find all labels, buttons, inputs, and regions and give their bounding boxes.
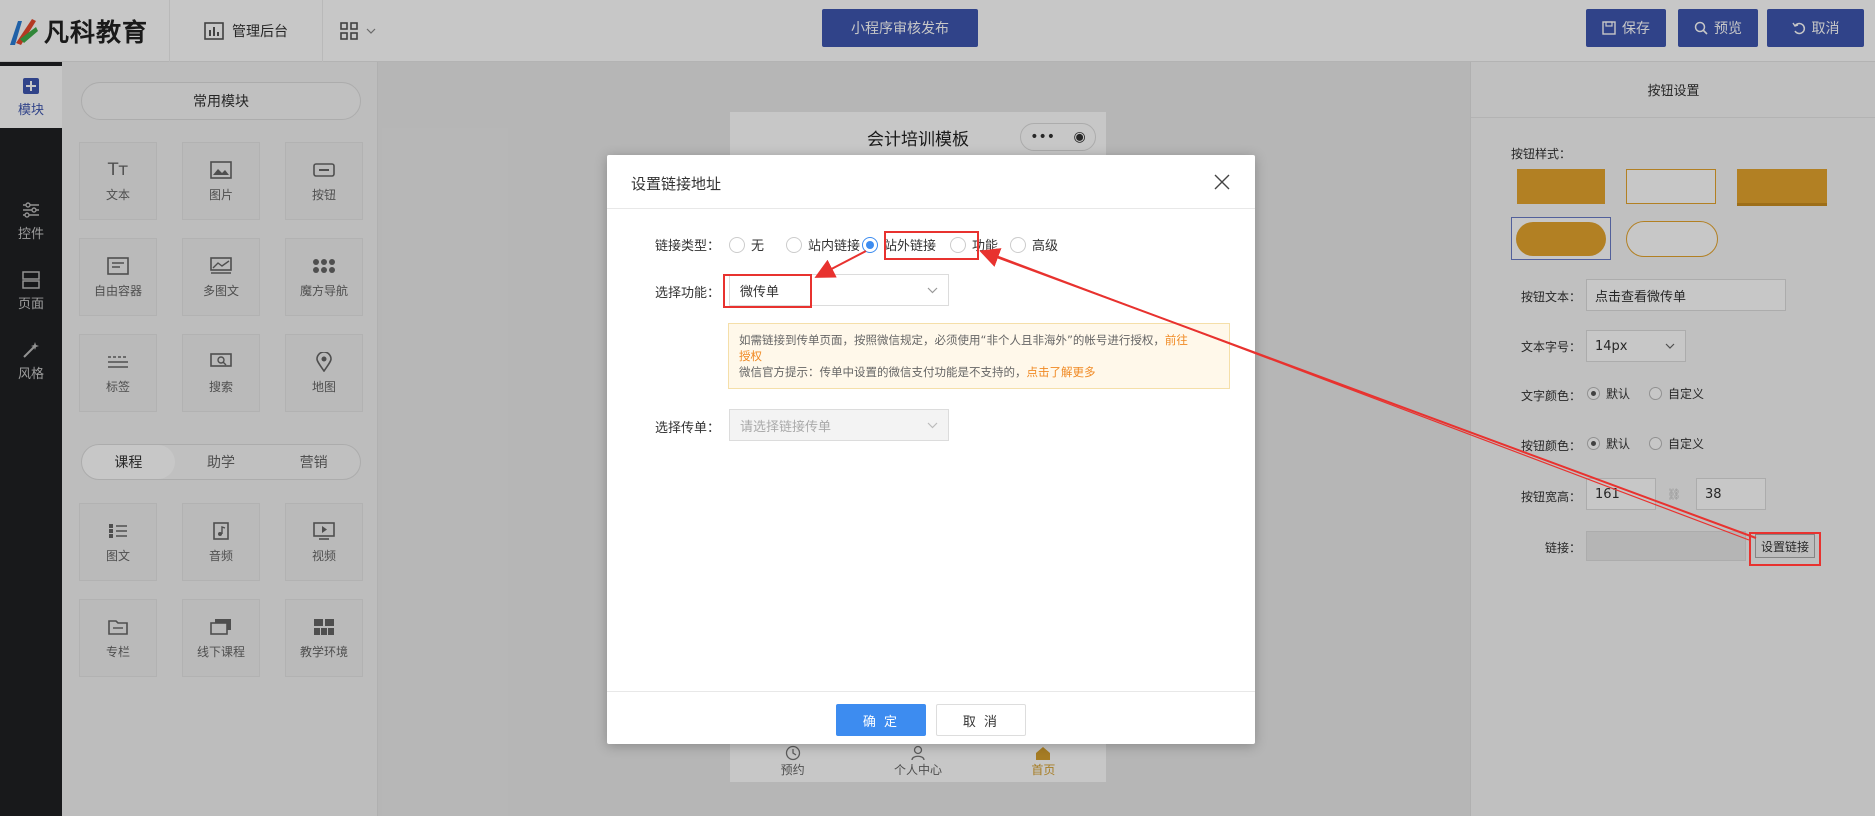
- annotation-arrow-to-function: [814, 250, 867, 278]
- annotation-arrow-thin: [983, 250, 1750, 541]
- annotation-arrows: [814, 248, 1757, 541]
